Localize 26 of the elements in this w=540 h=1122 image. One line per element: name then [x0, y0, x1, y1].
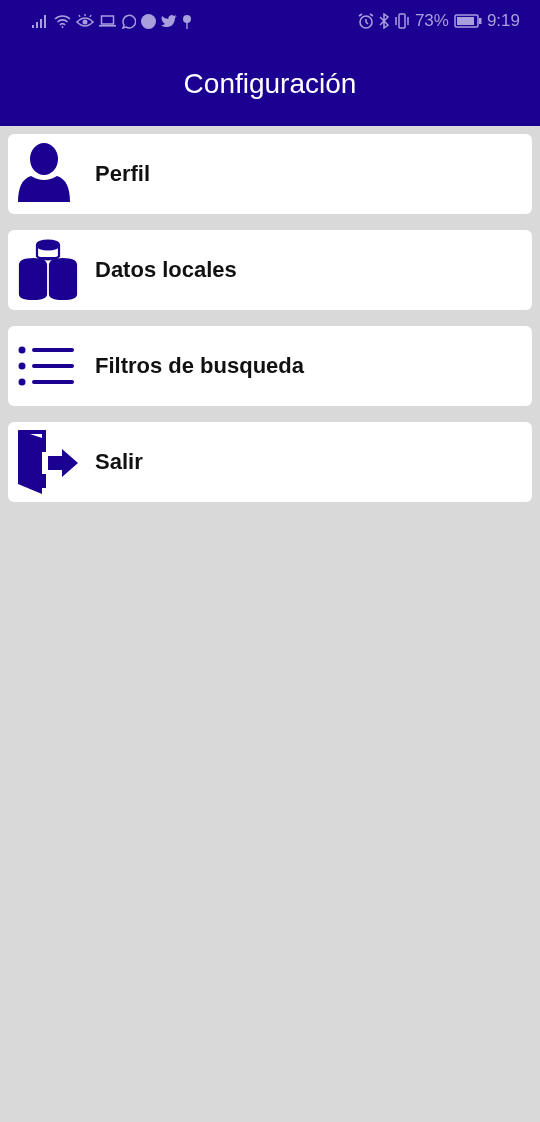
vibrate-icon — [393, 13, 410, 29]
settings-item[interactable]: Filtros de busqueda — [8, 326, 532, 406]
bird-icon — [161, 14, 177, 28]
clock: 9:19 — [486, 11, 520, 31]
exit-door-icon — [18, 430, 78, 494]
screen-title: Configuración — [183, 68, 357, 100]
bluetooth-icon — [378, 13, 389, 29]
item-label: Filtros de busqueda — [95, 353, 305, 379]
item-label: Perfil — [95, 161, 151, 187]
item-label: Datos locales — [95, 257, 237, 283]
signal-icon — [32, 14, 49, 28]
circle-logo-icon — [141, 13, 156, 29]
battery-percentage: 73% — [414, 11, 449, 31]
eye-icon — [76, 14, 94, 28]
chat-bubble-icon — [121, 13, 136, 29]
alarm-icon — [357, 13, 374, 29]
settings-item[interactable]: Datos locales — [8, 230, 532, 310]
settings-item[interactable]: Perfil — [8, 134, 532, 214]
laptop-icon — [99, 14, 116, 28]
settings-item[interactable]: Salir — [8, 422, 532, 502]
item-label: Salir — [95, 449, 143, 475]
battery-icon — [453, 14, 482, 28]
wifi-icon — [54, 14, 71, 28]
pin-icon — [182, 13, 192, 29]
database-icon — [18, 239, 78, 301]
list-icon — [18, 346, 74, 386]
